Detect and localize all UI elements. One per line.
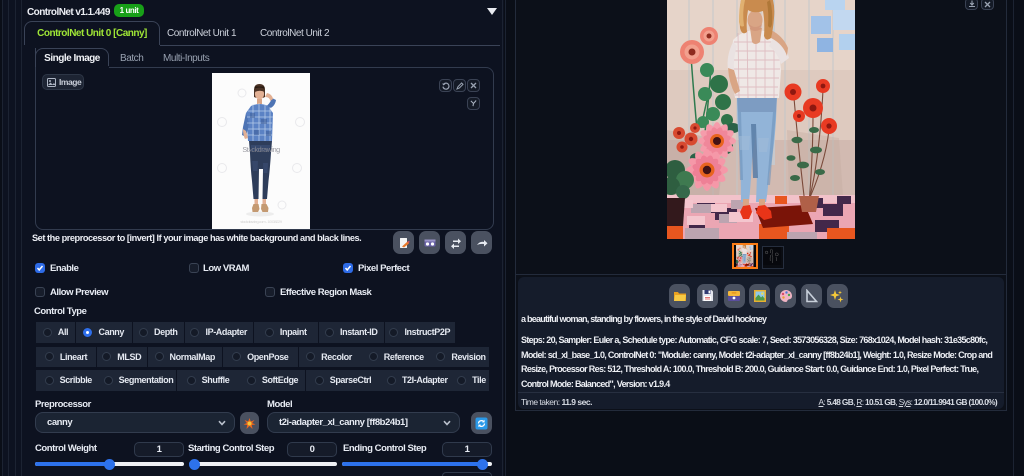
svg-text:St⁎ckdrawing: St⁎ckdrawing xyxy=(242,145,280,154)
svg-text:stockdrawing.com - 10038229: stockdrawing.com - 10038229 xyxy=(240,219,282,224)
